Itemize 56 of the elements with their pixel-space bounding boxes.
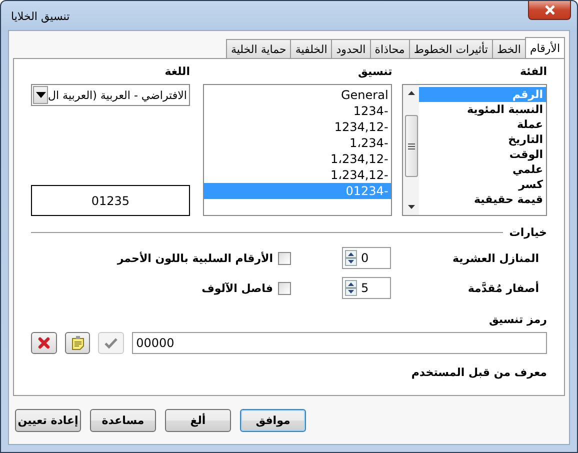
tab[interactable]: الحدود	[331, 39, 371, 58]
tab[interactable]: الأرقام	[524, 37, 565, 58]
tab[interactable]: حماية الخلية	[226, 39, 292, 58]
user-defined-label: معرف من قبل المستخدم	[411, 366, 547, 380]
checkbox[interactable]	[278, 252, 291, 264]
list-item[interactable]: 1234,12-	[204, 119, 392, 135]
category-list[interactable]: الرقم النسبة المئوية عملة التاريخ الوقت علمي كسر قيمة حقيقية	[402, 84, 547, 216]
section-title: خيارات	[509, 226, 547, 239]
notepad-icon	[70, 335, 85, 351]
dialog-button[interactable]: موافق	[240, 409, 306, 432]
category-label: الفئة	[520, 65, 547, 79]
preview-box: 01235	[31, 185, 190, 216]
scrollbar[interactable]	[403, 85, 420, 215]
dialog-button[interactable]: إعادة تعيين	[15, 409, 81, 432]
list-item[interactable]: كسر	[419, 177, 546, 192]
number-spinner[interactable]: 5	[342, 277, 391, 299]
spin-arrows-icon[interactable]	[345, 250, 357, 266]
checkbox-label[interactable]: فاصل الآلوف	[202, 282, 273, 294]
checkmark-icon	[104, 337, 118, 349]
language-dropdown[interactable]: الافتراضي - العربية (العربية ال	[31, 84, 190, 106]
language-label: اللغة	[164, 65, 190, 79]
list-item[interactable]: الوقت	[419, 147, 546, 162]
close-icon	[542, 5, 556, 15]
tab[interactable]: تأثيرات الخطوط	[408, 39, 493, 58]
list-item[interactable]: 1،234,12-	[204, 167, 392, 183]
field-label: المنازل العشرية	[451, 252, 540, 264]
icon-button[interactable]	[64, 332, 90, 354]
field-label: أصفار مُقدَّمة	[466, 282, 540, 294]
format-label: تنسيق	[358, 65, 392, 79]
list-item[interactable]: 1234-	[204, 103, 392, 119]
tab[interactable]: محاذاة	[370, 39, 410, 58]
format-code-label: رمز تنسيق	[488, 313, 547, 327]
caret-icon	[36, 92, 46, 98]
checkbox-label[interactable]: الأرقام السلبية باللون الأحمر	[117, 252, 273, 264]
checkbox[interactable]	[278, 282, 291, 294]
list-item[interactable]: علمي	[419, 162, 546, 177]
window-title: تنسيق الخلايا	[11, 10, 70, 23]
tab[interactable]: الخلفية	[290, 39, 332, 58]
spin-arrows-icon[interactable]	[345, 280, 357, 296]
dialog-button[interactable]: ألغ	[165, 409, 231, 432]
list-item[interactable]: التاريخ	[419, 132, 546, 147]
number-spinner[interactable]: 0	[342, 247, 391, 269]
delete-icon	[36, 336, 51, 350]
grip-icon	[408, 142, 415, 150]
list-item[interactable]: 1،234-	[204, 135, 392, 151]
icon-button[interactable]	[31, 332, 57, 354]
list-item[interactable]: قيمة حقيقية	[419, 192, 546, 207]
dialog-button[interactable]: مساعدة	[90, 409, 156, 432]
close-button[interactable]	[528, 1, 571, 20]
list-item[interactable]: 1،234,12-	[204, 151, 392, 167]
tab[interactable]: الخط	[492, 39, 526, 58]
list-item[interactable]: General	[204, 87, 392, 103]
list-item[interactable]: النسبة المئوية	[419, 102, 546, 117]
scrollbar-thumb[interactable]	[404, 115, 418, 177]
list-item[interactable]: عملة	[419, 117, 546, 132]
format-code-field[interactable]: 00000	[132, 332, 547, 354]
